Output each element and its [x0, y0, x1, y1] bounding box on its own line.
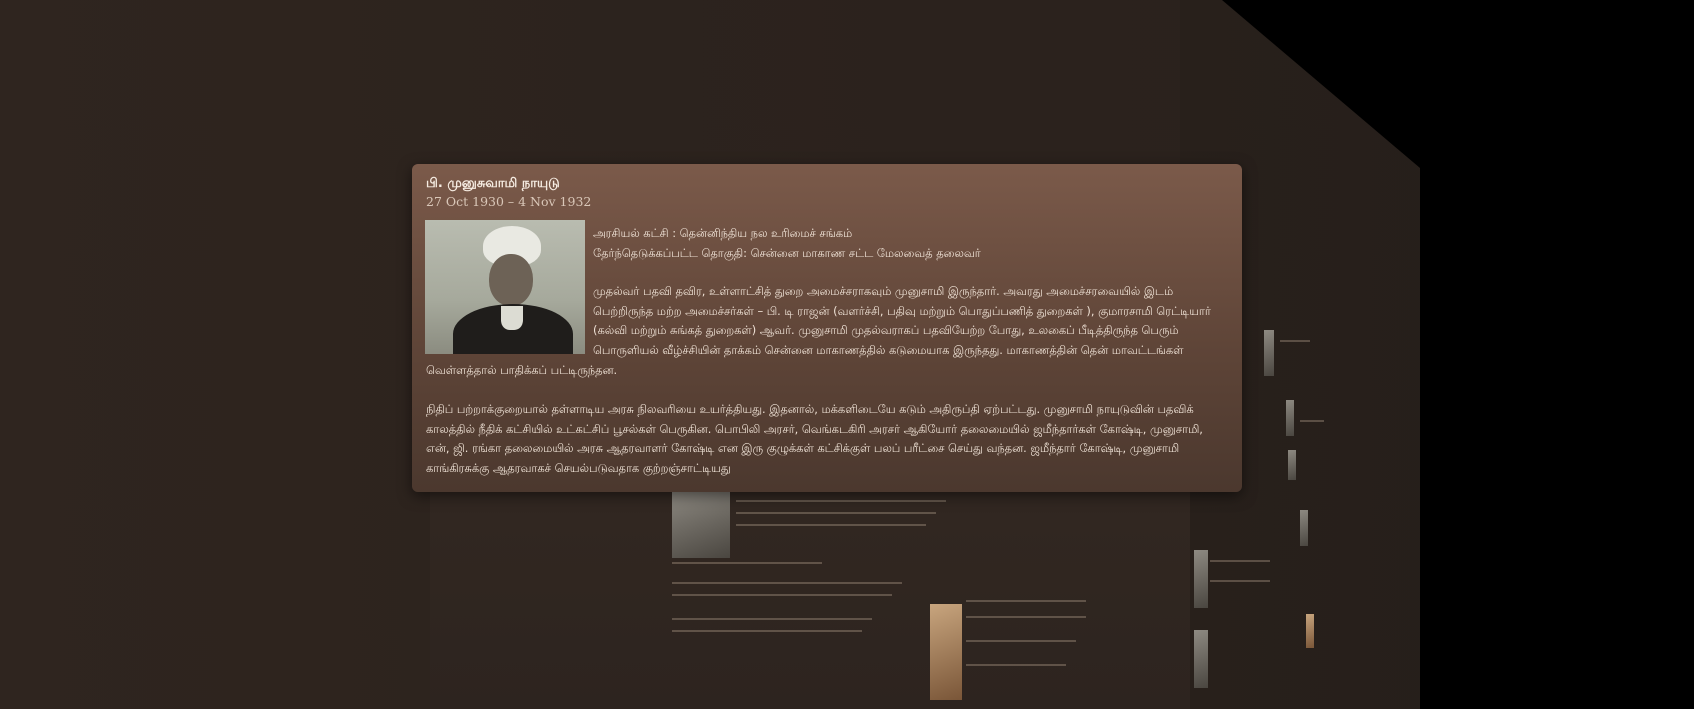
exhibit-text-line: [1300, 420, 1324, 422]
bio-line: காங்கிரசுக்கு ஆதரவாகச் செயல்படுவதாக குற்…: [426, 461, 731, 476]
exhibit-text-line: [672, 582, 902, 584]
constituency-text: தேர்ந்தெடுக்கப்பட்ட தொகுதி: சென்னை மாகாண…: [593, 245, 981, 260]
bio-paragraph-1: முதல்வர் பதவி தவிர, உள்ளாட்சித் துறை அமை…: [593, 282, 1218, 361]
bio-paragraph-2: நிதிப் பற்றாக்குறையால் தள்ளாடிய அரசு நில…: [426, 400, 1226, 479]
exhibit-text-line: [1210, 580, 1270, 582]
exhibit-photo[interactable]: [1286, 400, 1294, 436]
info-meta: அரசியல் கட்சி : தென்னிந்திய நல உரிமைச் ச…: [593, 224, 981, 263]
exhibit-text-line: [736, 500, 946, 502]
bio-line: பெற்றிருந்த மற்ற அமைச்சர்கள் – பி. டி ரா…: [593, 303, 1211, 318]
bio-line: பொருளியல் வீழ்ச்சியின் தாக்கம் சென்னை மா…: [593, 343, 1184, 358]
exhibit-text-line: [1280, 340, 1310, 342]
exhibit-text-line: [966, 616, 1086, 618]
exhibit-text-line: [736, 512, 936, 514]
exhibit-photo[interactable]: [1306, 614, 1314, 648]
exhibit-text-line: [736, 524, 926, 526]
exhibit-text-line: [1210, 560, 1270, 562]
exhibit-photo[interactable]: [672, 490, 730, 558]
party-text: அரசியல் கட்சி : தென்னிந்திய நல உரிமைச் ச…: [593, 226, 853, 240]
exhibit-text-line: [672, 630, 862, 632]
bio-line: நிதிப் பற்றாக்குறையால் தள்ளாடிய அரசு நில…: [426, 402, 1194, 416]
exhibit-text-line: [672, 562, 822, 564]
bio-paragraph-1-tail: வெள்ளத்தால் பாதிக்கப் பட்டிருந்தன.: [426, 363, 618, 377]
exhibit-photo[interactable]: [1264, 330, 1274, 376]
exhibit-photo[interactable]: [1194, 550, 1208, 608]
bio-line: முதல்வர் பதவி தவிர, உள்ளாட்சித் துறை அமை…: [593, 284, 1174, 298]
exhibit-text-line: [966, 640, 1076, 642]
exhibit-text-line: [966, 600, 1086, 602]
exhibit-photo[interactable]: [1300, 510, 1308, 546]
exhibit-text-line: [966, 664, 1066, 666]
popup-dates: 27 Oct 1930 – 4 Nov 1932: [426, 194, 592, 209]
bio-line: காலத்தில் நீதிக் கட்சியில் உட்கட்சிப் பூ…: [426, 421, 1203, 436]
exhibit-photo[interactable]: [930, 604, 962, 700]
exhibit-photo[interactable]: [1288, 450, 1296, 480]
exhibit-photo[interactable]: [1194, 630, 1208, 688]
portrait-photo: [425, 220, 585, 354]
popup-title: பி. முனுசுவாமி நாயுடு: [426, 176, 560, 191]
exhibit-text-line: [672, 618, 872, 620]
info-popup[interactable]: பி. முனுசுவாமி நாயுடு 27 Oct 1930 – 4 No…: [412, 164, 1242, 492]
bio-line: என், ஜி. ரங்கா தலைமையில் அரசு ஆதரவாளர் க…: [426, 441, 1180, 456]
bio-line: (கல்வி மற்றும் சுங்கத் துறைகள்) ஆவர். மு…: [593, 323, 1179, 338]
exhibit-text-line: [672, 594, 892, 596]
